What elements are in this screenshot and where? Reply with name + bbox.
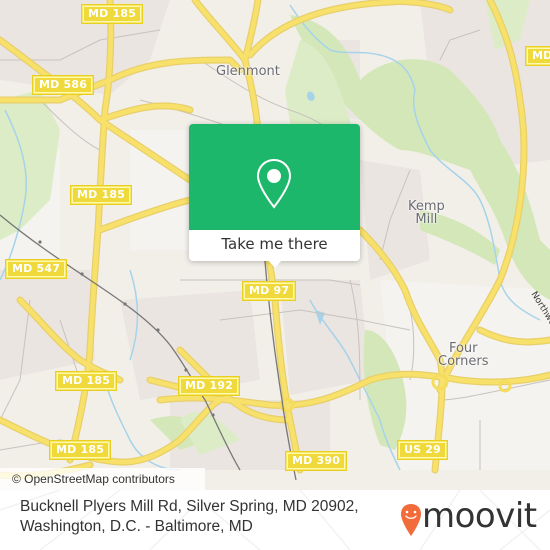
map-attribution[interactable]: © OpenStreetMap contributors [0,468,205,490]
shield-md-right: MD [524,46,550,66]
shield-md-547: MD 547 [4,259,68,279]
footer: Bucknell Plyers Mill Rd, Silver Spring, … [0,490,550,550]
popup-pointer [268,260,282,268]
map[interactable]: MD 185 MD 586 MD 185 MD 547 MD 97 MD 185… [0,0,550,490]
popup-header [189,124,360,230]
shield-md-97: MD 97 [241,281,297,301]
moovit-logo[interactable]: moovit [400,496,540,540]
address-line-2: Washington, D.C. - Baltimore, MD [20,518,253,535]
address-line-1: Bucknell Plyers Mill Rd, Silver Spring, … [20,498,359,515]
shield-md-185-lower: MD 185 [54,371,118,391]
place-four-corners-line2: Corners [438,354,489,369]
place-glenmont: Glenmont [216,64,280,79]
place-four-corners: Four Corners [438,342,489,368]
take-me-there-button[interactable]: Take me there [189,230,360,261]
map-pin-icon [256,158,292,209]
address: Bucknell Plyers Mill Rd, Silver Spring, … [20,497,400,537]
place-kemp-mill-line2: Mill [415,212,438,227]
shield-md-185-mid: MD 185 [69,185,133,205]
shield-md-390: MD 390 [284,451,348,471]
shield-md-586: MD 586 [31,75,95,95]
shield-us-29: US 29 [397,440,448,460]
shield-md-185-bottom: MD 185 [48,440,112,460]
shield-md-192: MD 192 [177,376,241,396]
moovit-wordmark: moovit [422,496,537,536]
shield-md-185-top: MD 185 [80,4,144,24]
location-popup: Take me there [189,124,360,268]
moovit-pin-icon [401,504,421,536]
place-kemp-mill: Kemp Mill [408,200,445,226]
